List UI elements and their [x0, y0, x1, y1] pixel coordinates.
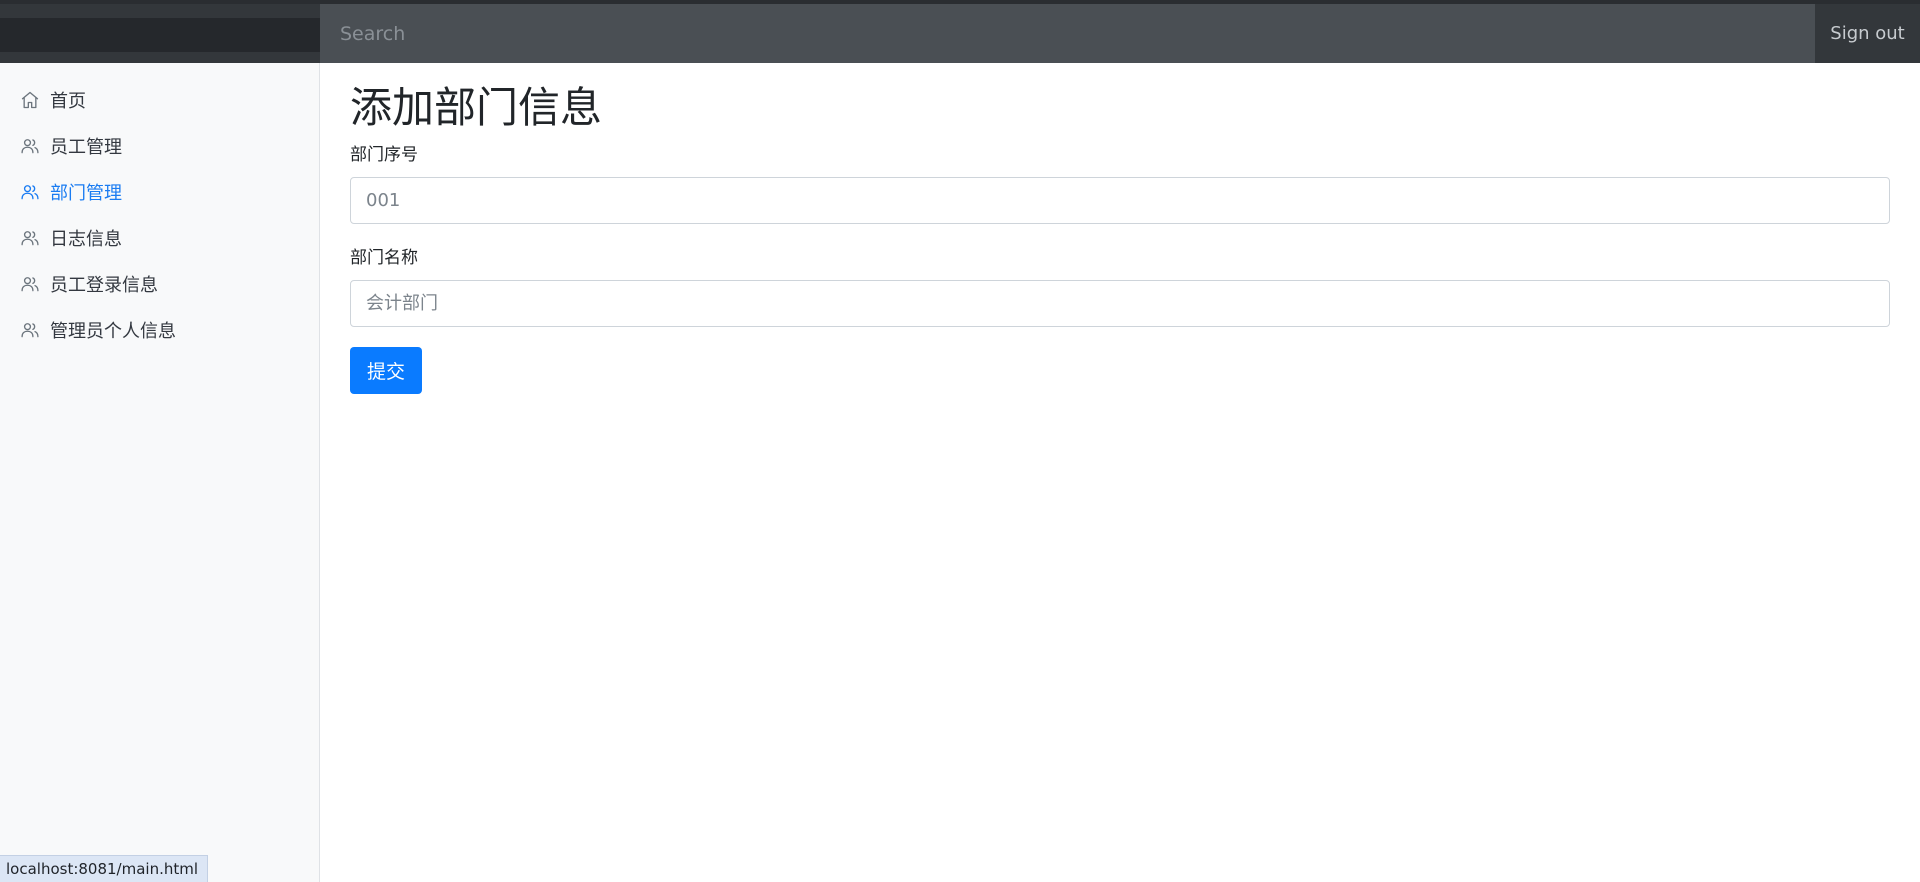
users-icon [20, 274, 40, 294]
sidebar-item-label: 部门管理 [50, 183, 122, 204]
dept-id-input[interactable] [350, 177, 1890, 224]
submit-button[interactable]: 提交 [350, 347, 422, 394]
sidebar-item-login-records[interactable]: 员工登录信息 [0, 261, 319, 307]
sidebar-item-home[interactable]: 首页 [0, 77, 319, 123]
sidebar-item-admin-profile[interactable]: 管理员个人信息 [0, 307, 319, 353]
sidebar-item-label: 日志信息 [50, 229, 122, 250]
users-icon [20, 182, 40, 202]
sidebar-item-departments[interactable]: 部门管理 [0, 169, 319, 215]
search-input[interactable] [320, 4, 1815, 63]
sidebar-item-logs[interactable]: 日志信息 [0, 215, 319, 261]
main-content: 添加部门信息 部门序号 部门名称 提交 [350, 63, 1890, 394]
sidebar: 首页 员工管理 部门管理 日志信息 员工登录信息 管理员个人信息 [0, 63, 320, 882]
dept-name-label: 部门名称 [350, 248, 418, 268]
users-icon [20, 136, 40, 156]
status-bar-url: localhost:8081/main.html [0, 855, 209, 882]
add-department-form: 部门序号 部门名称 提交 [350, 143, 1890, 394]
sidebar-item-label: 管理员个人信息 [50, 321, 176, 342]
page-title: 添加部门信息 [350, 83, 603, 132]
brand-bar [0, 18, 320, 52]
brand-area[interactable] [0, 4, 320, 63]
sidebar-item-label: 员工登录信息 [50, 275, 158, 296]
sidebar-item-label: 首页 [50, 91, 86, 112]
users-icon [20, 320, 40, 340]
sidebar-item-label: 员工管理 [50, 137, 122, 158]
top-navbar: Sign out [0, 0, 1920, 63]
sidebar-item-employees[interactable]: 员工管理 [0, 123, 319, 169]
dept-name-input[interactable] [350, 280, 1890, 327]
sign-out-link[interactable]: Sign out [1815, 4, 1920, 63]
users-icon [20, 228, 40, 248]
home-icon [20, 90, 40, 110]
dept-id-label: 部门序号 [350, 145, 418, 165]
